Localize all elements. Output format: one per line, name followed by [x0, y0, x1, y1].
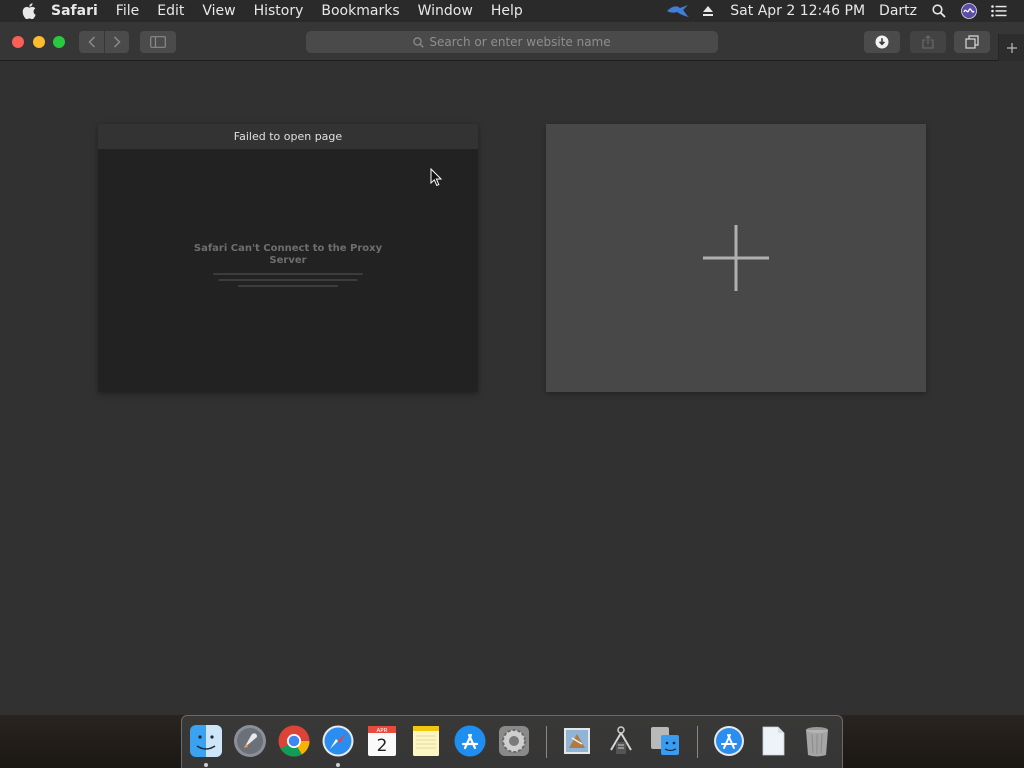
forward-button[interactable]	[105, 31, 129, 53]
dock-app-store-downloads-icon[interactable]	[710, 722, 748, 760]
menu-edit[interactable]: Edit	[148, 0, 193, 22]
dock-app-store-icon[interactable]	[451, 722, 489, 760]
menu-help[interactable]: Help	[482, 0, 532, 22]
menu-history[interactable]: History	[245, 0, 313, 22]
tab-thumbnail-title: Failed to open page	[98, 124, 478, 149]
calendar-day: 2	[377, 736, 388, 756]
dock-calendar-icon[interactable]: APR 2	[363, 722, 401, 760]
download-icon	[875, 35, 889, 49]
menu-bar: Safari File Edit View History Bookmarks …	[0, 0, 1024, 22]
dock-notes-icon[interactable]	[407, 722, 445, 760]
tabs-overview-icon	[965, 35, 979, 49]
zoom-window-button[interactable]	[53, 36, 65, 48]
dock-instruments-icon[interactable]	[602, 722, 640, 760]
safari-window: Search or enter website name Failed to o…	[0, 22, 1024, 715]
dock-chrome-icon[interactable]	[275, 722, 313, 760]
calendar-month: APR	[377, 728, 388, 734]
dock-finder-icon[interactable]	[187, 722, 225, 760]
siri-icon[interactable]	[954, 0, 984, 22]
notification-center-icon[interactable]	[984, 0, 1014, 22]
window-toolbar: Search or enter website name	[0, 22, 1024, 61]
chevron-right-icon	[113, 36, 121, 48]
share-button[interactable]	[910, 31, 946, 53]
mouse-pointer-icon	[430, 168, 442, 187]
menu-file[interactable]: File	[107, 0, 148, 22]
new-tab-button[interactable]	[998, 34, 1024, 61]
show-all-tabs-button[interactable]	[954, 31, 990, 53]
safari-running-indicator	[336, 763, 340, 767]
menu-app-name[interactable]: Safari	[42, 0, 107, 22]
error-heading: Safari Can't Connect to the Proxy Server	[193, 243, 383, 266]
downloads-button[interactable]	[864, 31, 900, 53]
dock-migration-assistant-icon[interactable]	[646, 722, 684, 760]
eject-icon[interactable]	[693, 0, 723, 22]
back-button[interactable]	[79, 31, 104, 53]
address-bar[interactable]: Search or enter website name	[306, 31, 718, 53]
dock-separator-2	[697, 726, 698, 758]
address-placeholder: Search or enter website name	[429, 35, 611, 49]
new-tab-thumbnail[interactable]	[546, 124, 926, 392]
sidebar-icon	[150, 36, 166, 48]
tab-thumbnail-failed[interactable]: Failed to open page Safari Can't Connect…	[98, 124, 478, 392]
finder-running-indicator	[204, 763, 208, 767]
menu-view[interactable]: View	[193, 0, 244, 22]
minimize-window-button[interactable]	[33, 36, 45, 48]
dock-system-preferences-icon[interactable]	[495, 722, 533, 760]
dock-mail-icon[interactable]	[558, 722, 596, 760]
bird-status-icon[interactable]	[663, 0, 693, 22]
dock-trash-icon[interactable]	[798, 722, 836, 760]
share-icon	[922, 35, 934, 49]
dock-documents-icon[interactable]	[754, 722, 792, 760]
close-window-button[interactable]	[12, 36, 24, 48]
search-icon	[413, 36, 425, 48]
apple-icon[interactable]	[16, 3, 42, 19]
menu-user[interactable]: Dartz	[872, 0, 924, 22]
dock-separator	[546, 726, 547, 758]
dock-launchpad-icon[interactable]	[231, 722, 269, 760]
spotlight-search-icon[interactable]	[924, 0, 954, 22]
menu-bookmarks[interactable]: Bookmarks	[312, 0, 408, 22]
dock: APR 2	[181, 715, 843, 768]
large-plus-icon	[703, 225, 769, 291]
plus-icon	[1006, 42, 1017, 53]
tab-thumbnail-preview: Safari Can't Connect to the Proxy Server	[98, 149, 478, 392]
sidebar-toggle-button[interactable]	[140, 31, 176, 53]
menu-datetime[interactable]: Sat Apr 2 12:46 PM	[723, 0, 872, 22]
dock-safari-icon[interactable]	[319, 722, 357, 760]
chevron-left-icon	[87, 36, 95, 48]
menu-window[interactable]: Window	[409, 0, 482, 22]
error-description-lines	[208, 273, 368, 291]
